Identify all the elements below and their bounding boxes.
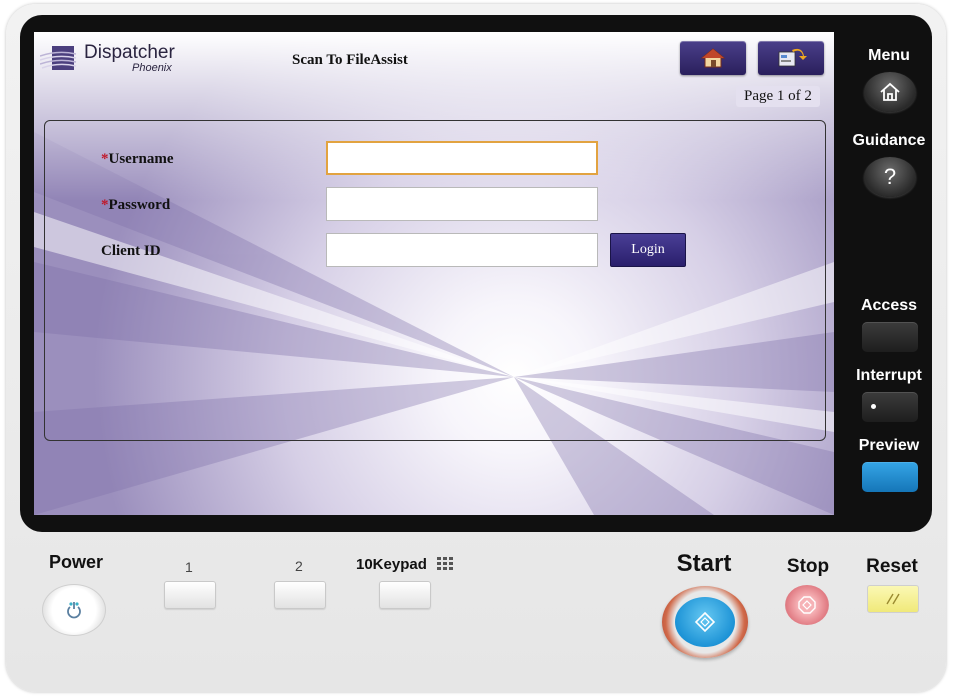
indicator-light	[871, 404, 876, 409]
stop-button[interactable]	[785, 585, 829, 625]
key-2-label: 2	[295, 558, 303, 574]
login-panel: *Username *Password Client ID Login	[44, 120, 826, 441]
username-field[interactable]	[326, 141, 598, 175]
touch-screen: Dispatcher Phoenix Scan To FileAssist Pa…	[34, 32, 834, 515]
back-button[interactable]	[758, 41, 824, 75]
logo-title: Dispatcher	[84, 42, 175, 63]
home-outline-icon	[880, 82, 900, 101]
login-button[interactable]: Login	[610, 233, 686, 267]
required-marker: *	[101, 151, 109, 167]
client-id-field[interactable]	[326, 233, 598, 267]
page-indicator: Page 1 of 2	[736, 86, 820, 107]
menu-button[interactable]	[864, 72, 916, 112]
menu-label: Menu	[868, 47, 910, 64]
required-marker: *	[101, 197, 109, 213]
keypad-button[interactable]	[379, 581, 431, 609]
reset-button[interactable]	[867, 585, 919, 613]
page-title: Scan To FileAssist	[292, 52, 408, 68]
home-icon	[700, 48, 726, 68]
dispatcher-logo: Dispatcher Phoenix	[40, 40, 180, 76]
key-1-button[interactable]	[164, 581, 216, 609]
power-icon	[67, 602, 81, 619]
power-label: Power	[48, 552, 104, 572]
username-label: *Username	[101, 151, 173, 168]
interrupt-label: Interrupt	[856, 367, 922, 384]
start-button-core	[675, 597, 735, 647]
start-diamond-icon	[694, 611, 716, 633]
password-field[interactable]	[326, 187, 598, 221]
start-label: Start	[676, 550, 732, 577]
guidance-label: Guidance	[852, 132, 926, 149]
password-label-text: Password	[108, 197, 171, 213]
reset-label: Reset	[866, 556, 918, 577]
username-label-text: Username	[108, 151, 174, 167]
preview-label: Preview	[858, 437, 920, 454]
key-2-button[interactable]	[274, 581, 326, 609]
password-label: *Password	[101, 197, 170, 214]
preview-key[interactable]	[862, 462, 918, 492]
question-icon: ?	[883, 164, 897, 189]
stop-label: Stop	[786, 556, 830, 577]
interrupt-key[interactable]	[862, 392, 918, 422]
power-button[interactable]	[42, 584, 106, 636]
logo-subtitle: Phoenix	[132, 62, 172, 74]
stop-icon	[798, 596, 816, 614]
key-1-label: 1	[185, 559, 193, 575]
start-button[interactable]	[662, 586, 748, 658]
reset-slash-icon	[886, 593, 900, 605]
keypad-grid-icon	[437, 557, 453, 570]
logo-mark-icon	[40, 46, 77, 70]
access-key[interactable]	[862, 322, 918, 352]
home-button[interactable]	[680, 41, 746, 75]
client-id-label: Client ID	[101, 243, 161, 259]
back-icon	[778, 48, 807, 67]
access-label: Access	[860, 297, 918, 314]
keypad-label: 10Keypad	[356, 556, 427, 573]
guidance-button[interactable]: ?	[864, 157, 916, 197]
